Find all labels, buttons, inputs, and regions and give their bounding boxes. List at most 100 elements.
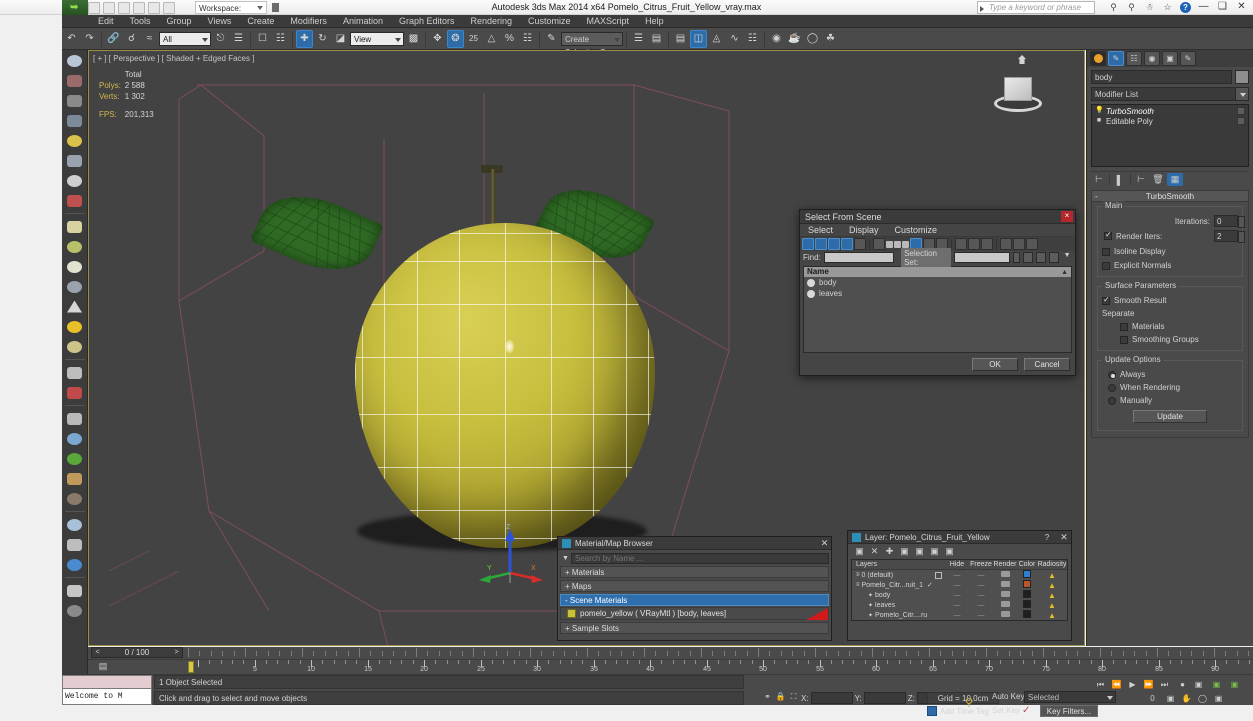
rays-icon[interactable]	[63, 363, 87, 382]
layer-color-cell[interactable]	[1017, 570, 1037, 580]
viewcube[interactable]	[994, 75, 1042, 117]
ok-button[interactable]: OK	[972, 358, 1018, 371]
layer-color-swatch[interactable]	[1023, 600, 1031, 608]
key-mode-icon[interactable]: ●	[1175, 678, 1190, 691]
toggle-scene-explorer-icon[interactable]: ◫	[690, 29, 707, 48]
menu-tools[interactable]: Tools	[122, 15, 159, 28]
layer-freeze-cell[interactable]: —	[969, 572, 993, 579]
isolate-selection-icon[interactable]: ⚭	[762, 692, 773, 704]
menu-edit[interactable]: Edit	[90, 15, 122, 28]
chevron-down-icon[interactable]	[1013, 252, 1020, 263]
help-icon[interactable]: ?	[1041, 533, 1053, 542]
menu-maxscript[interactable]: MAXScript	[579, 15, 638, 28]
layer-manager-icon[interactable]: ▤	[672, 30, 689, 48]
edit-selection-set-icon[interactable]	[1049, 252, 1060, 263]
redo-icon[interactable]: ↷	[81, 30, 98, 48]
zoom-region-icon[interactable]: ▣	[1163, 692, 1178, 705]
layer-hide-cell[interactable]: —	[945, 592, 969, 599]
collapse-all-icon[interactable]	[968, 238, 980, 250]
display-geometry-icon[interactable]	[802, 238, 814, 250]
selection-set-input[interactable]	[954, 252, 1011, 263]
close-icon[interactable]: ✕	[818, 538, 831, 549]
orbit-icon[interactable]: ◯	[1195, 692, 1210, 705]
unlink-selection-icon[interactable]: ☌	[123, 30, 140, 48]
book-icon[interactable]	[63, 581, 87, 600]
layer-freeze-cell[interactable]: —	[969, 592, 993, 599]
current-frame-field[interactable]	[1093, 692, 1108, 705]
angle-snap-icon[interactable]: △	[483, 30, 500, 48]
cone-icon[interactable]	[63, 297, 87, 316]
open-mini-curve-editor-icon[interactable]: ▤	[96, 661, 110, 673]
use-pivot-center-icon[interactable]: ▩	[405, 30, 422, 48]
absolute-relative-icon[interactable]: ⛶	[788, 692, 799, 704]
when-rendering-radio[interactable]	[1108, 383, 1116, 392]
expand-all-icon[interactable]	[955, 238, 967, 250]
select-link-icon[interactable]: 🔗	[105, 30, 122, 48]
display-tab[interactable]: ▣	[1162, 51, 1178, 66]
layer-color-swatch[interactable]	[1023, 580, 1031, 588]
set-project-folder-icon[interactable]	[163, 1, 175, 14]
select-and-scale-icon[interactable]: ◪	[332, 30, 349, 48]
create-new-layer-icon[interactable]: ▣	[854, 546, 865, 557]
close-icon[interactable]: ×	[1061, 211, 1073, 222]
create-tab[interactable]	[1090, 51, 1106, 66]
track-ruler[interactable]	[188, 647, 1253, 659]
layer-freeze-cell[interactable]: —	[969, 602, 993, 609]
select-by-name-icon[interactable]: ☰	[230, 30, 247, 48]
layer-row[interactable]: ✦ Pomelo_Citr....ru — — ▲	[852, 610, 1067, 620]
select-and-move-icon[interactable]: ✚	[296, 29, 313, 48]
fish-icon[interactable]	[63, 469, 87, 488]
snaps-toggle-icon[interactable]: ❂	[447, 29, 464, 48]
toggle-layer-explorer-icon[interactable]: ◬	[708, 30, 725, 48]
sphere-white-icon[interactable]	[63, 257, 87, 276]
freeze-layer-icon[interactable]: ▣	[944, 546, 955, 557]
layer-radiosity-cell[interactable]: ▲	[1037, 601, 1067, 610]
render-iters-spinner[interactable]: 2	[1214, 230, 1245, 243]
menu-customize[interactable]: Customize	[520, 15, 579, 28]
menu-rendering[interactable]: Rendering	[463, 15, 521, 28]
key-index-field[interactable]: 0	[1145, 692, 1160, 705]
time-slider-handle[interactable]	[188, 661, 194, 673]
sort-icon[interactable]	[1013, 238, 1025, 250]
layer-color-cell[interactable]	[1017, 590, 1037, 600]
always-radio[interactable]	[1108, 370, 1116, 379]
viewcube-cube[interactable]	[1004, 77, 1032, 101]
layer-radiosity-cell[interactable]: ▲	[1037, 591, 1067, 600]
update-always-row[interactable]: Always	[1102, 369, 1238, 380]
open-file-icon[interactable]	[103, 1, 115, 14]
layer-render-cell[interactable]	[993, 571, 1017, 579]
isoline-display-row[interactable]: Isoline Display	[1102, 246, 1238, 257]
motion-tab[interactable]: ◉	[1144, 51, 1160, 66]
pin-stack-icon[interactable]: ⊢	[1091, 173, 1107, 186]
separate-smoothing-groups-row[interactable]: Smoothing Groups	[1102, 334, 1238, 345]
layer-radiosity-cell[interactable]: ▲	[1037, 581, 1067, 590]
signin-icon[interactable]: ☃	[1144, 2, 1155, 13]
align-icon[interactable]: ▤	[648, 30, 665, 48]
explicit-normals-row[interactable]: Explicit Normals	[1102, 260, 1238, 271]
scene-object-list[interactable]: Name ▲ body leaves	[803, 266, 1072, 353]
layer-expand-icon[interactable]: ✦	[868, 612, 873, 619]
layer-render-cell[interactable]	[993, 601, 1017, 609]
mini-listener[interactable]: Welcome to M	[62, 675, 152, 706]
maps-group[interactable]: + Maps	[560, 580, 829, 592]
rock-icon[interactable]	[63, 489, 87, 508]
select-children-icon[interactable]	[981, 238, 993, 250]
layer-color-cell[interactable]	[1017, 600, 1037, 610]
search-by-name-input[interactable]	[571, 552, 829, 564]
mirror-icon[interactable]: ☰	[630, 30, 647, 48]
options-triangle-icon[interactable]: ▼	[560, 555, 571, 562]
bind-space-warp-icon[interactable]: ≈	[141, 30, 158, 48]
object-name-input[interactable]	[1091, 70, 1232, 84]
layer-color-swatch[interactable]	[1023, 610, 1031, 618]
layout-icon[interactable]	[63, 111, 87, 130]
remove-modifier-icon[interactable]: 🗑	[1150, 173, 1166, 186]
configure-icon[interactable]	[1237, 117, 1245, 125]
maxscript-listener-pink[interactable]	[62, 675, 152, 689]
render-iters-checkbox[interactable]	[1104, 230, 1112, 240]
columns-icon[interactable]	[1026, 238, 1038, 250]
list-item[interactable]: leaves	[804, 288, 1071, 299]
add-selection-icon[interactable]: ✚	[884, 546, 895, 557]
browser-title-bar[interactable]: Material/Map Browser ✕	[558, 537, 831, 550]
undo-icon[interactable]	[133, 1, 145, 14]
update-when-rendering-row[interactable]: When Rendering	[1102, 382, 1238, 393]
